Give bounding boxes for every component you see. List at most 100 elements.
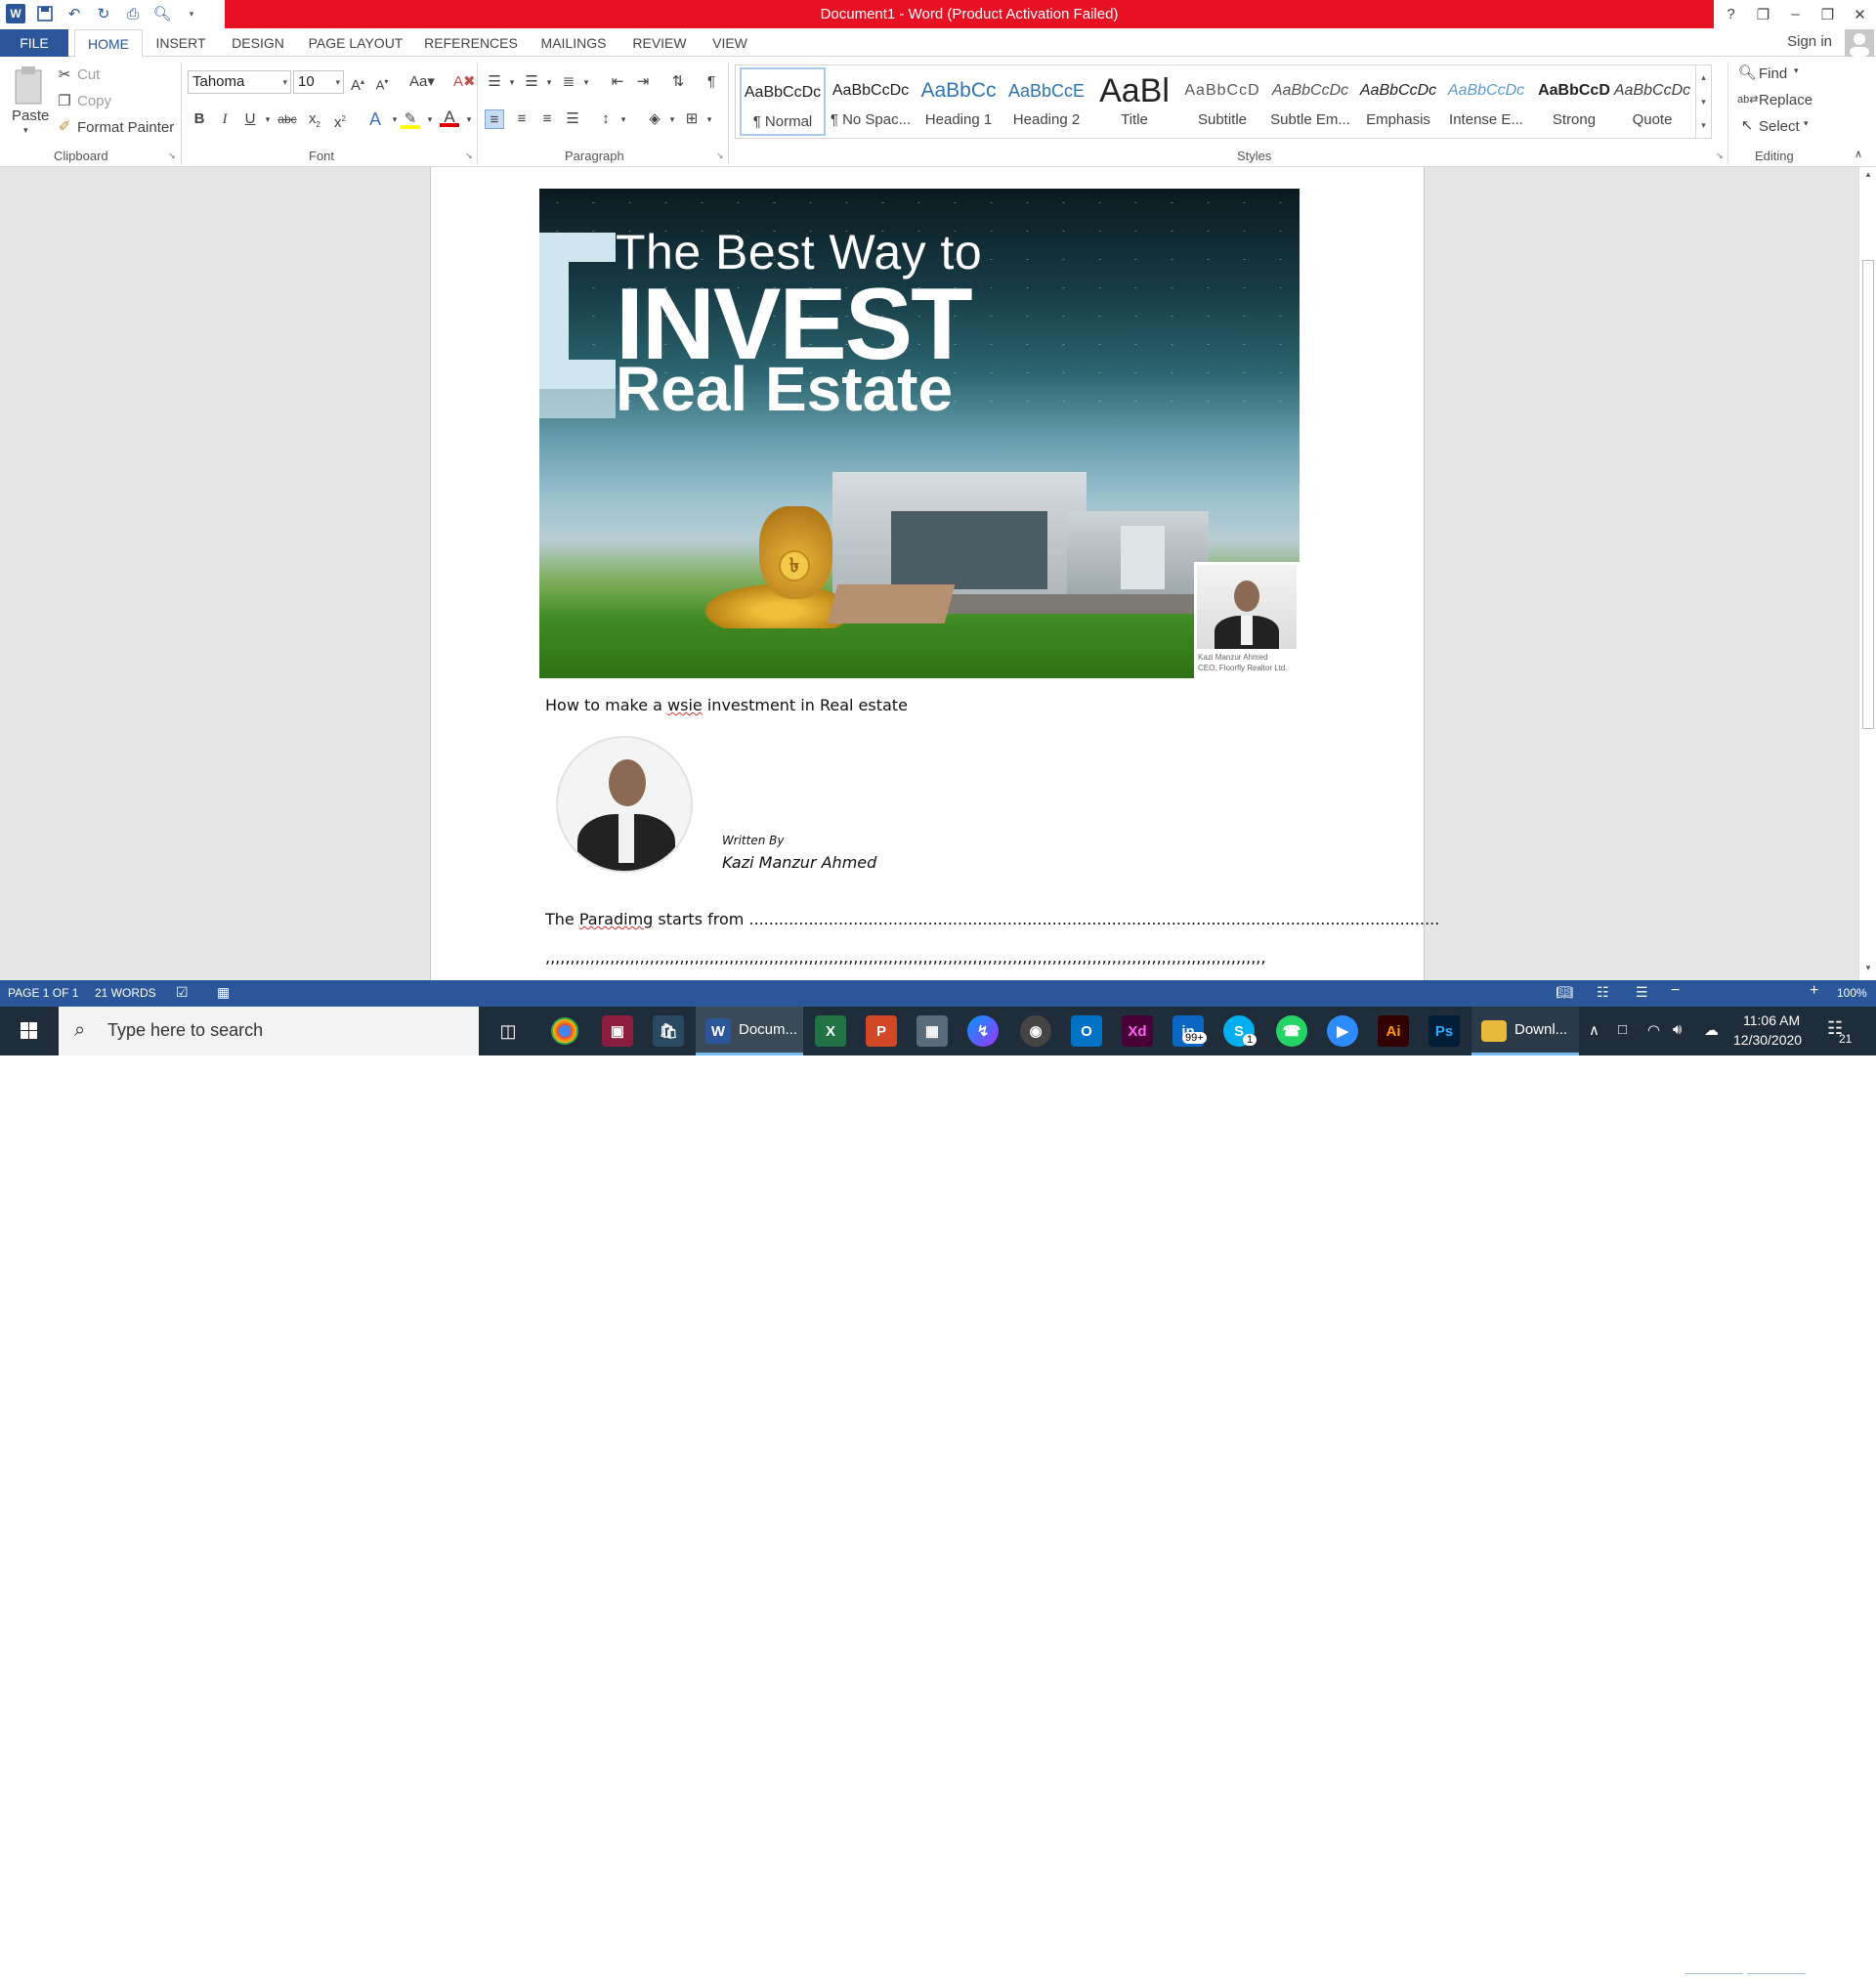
increase-indent-icon[interactable]: ⇥ (633, 72, 653, 92)
device-icon[interactable]: □ (1618, 1021, 1627, 1038)
undo-icon[interactable]: ↶ (64, 4, 84, 23)
cut-button[interactable]: Cut (77, 66, 100, 83)
numbering-icon[interactable]: ☰ (522, 72, 541, 92)
strikethrough-icon[interactable]: abc (277, 109, 297, 129)
select-button[interactable]: Select (1759, 118, 1800, 135)
taskbar-search[interactable]: ⌕ Type here to search (59, 1007, 479, 1055)
align-center-icon[interactable]: ≡ (512, 109, 532, 129)
styles-launcher-icon[interactable]: ↘ (1716, 151, 1724, 161)
adobe-xd-icon[interactable]: Xd (1122, 1015, 1153, 1047)
word-count[interactable]: 21 WORDS (95, 986, 156, 1000)
font-size-field[interactable]: 10 ▾ (293, 70, 344, 94)
change-case-icon[interactable]: Aa▾ (406, 72, 438, 92)
paradigm-paragraph[interactable]: The Paradimg starts from ...............… (545, 910, 1439, 928)
zoom-app-icon[interactable]: ▶ (1327, 1015, 1358, 1047)
web-layout-icon[interactable]: ☰ (1636, 984, 1648, 1001)
macro-recording-icon[interactable]: ▦ (217, 984, 230, 1001)
paste-button[interactable]: Paste (12, 108, 49, 124)
onedrive-icon[interactable]: ☁ (1704, 1021, 1719, 1039)
tab-review[interactable]: REVIEW (627, 29, 692, 57)
style-intense-emphasis[interactable]: AaBbCcDc Intense E... (1443, 67, 1529, 136)
illustrator-icon[interactable]: Ai (1378, 1015, 1409, 1047)
excel-icon[interactable]: X (815, 1015, 846, 1047)
borders-icon[interactable]: ⊞ (682, 109, 702, 129)
scroll-up-icon[interactable]: ▴ (1696, 65, 1711, 90)
style-strong[interactable]: AaBbCcD Strong (1531, 67, 1617, 136)
line-spacing-dropdown-icon[interactable]: ▾ (614, 109, 633, 129)
grow-font-icon[interactable]: A▴ (348, 72, 367, 94)
justify-icon[interactable]: ☰ (563, 109, 582, 129)
word-app-icon[interactable]: W (6, 4, 25, 23)
winrar-icon[interactable]: ▣ (602, 1015, 633, 1047)
style-no-spacing[interactable]: AaBbCcDc ¶ No Spac... (828, 67, 914, 136)
restore-button[interactable]: ❒ (1812, 0, 1844, 28)
sort-icon[interactable]: ⇅ (668, 72, 688, 92)
customize-qat-icon[interactable]: ▾ (182, 4, 201, 23)
chrome-icon[interactable] (551, 1017, 578, 1045)
clock-time[interactable]: 11:06 AM (1743, 1012, 1800, 1028)
borders-dropdown-icon[interactable]: ▾ (700, 109, 719, 129)
multilevel-list-icon[interactable]: ≣ (559, 72, 578, 92)
collapse-ribbon-icon[interactable]: ∧ (1855, 148, 1862, 160)
bullets-icon[interactable]: ☰ (485, 72, 504, 92)
text-effects-icon[interactable]: A (365, 109, 385, 129)
find-dropdown-icon[interactable]: ▾ (1794, 65, 1799, 76)
print-layout-icon[interactable]: ☷ (1597, 984, 1609, 1001)
tab-page-layout[interactable]: PAGE LAYOUT (305, 29, 406, 57)
scroll-thumb[interactable] (1862, 260, 1874, 729)
tab-home[interactable]: HOME (74, 29, 143, 58)
close-button[interactable]: ✕ (1844, 0, 1876, 28)
select-dropdown-icon[interactable]: ▾ (1804, 118, 1809, 129)
paste-dropdown-icon[interactable]: ▾ (23, 125, 28, 136)
numbering-dropdown-icon[interactable]: ▾ (539, 72, 559, 92)
sign-in-link[interactable]: Sign in (1787, 33, 1832, 50)
redo-icon[interactable]: ↻ (94, 4, 113, 23)
font-launcher-icon[interactable]: ↘ (465, 151, 473, 161)
zoom-level[interactable]: 100% (1837, 986, 1867, 1000)
print-icon[interactable]: ⎙ (123, 4, 143, 23)
style-title[interactable]: AaBl Title (1091, 67, 1177, 136)
zoom-in-icon[interactable]: + (1810, 982, 1818, 1000)
save-icon[interactable] (35, 4, 55, 23)
whatsapp-icon[interactable]: ☎ (1276, 1015, 1307, 1047)
author-photo[interactable] (556, 736, 693, 873)
clipboard-launcher-icon[interactable]: ↘ (168, 151, 176, 161)
style-subtitle[interactable]: AaBbCcD Subtitle (1179, 67, 1265, 136)
line-spacing-icon[interactable]: ↕ (596, 109, 616, 129)
shading-icon[interactable]: ◈ (645, 109, 664, 129)
superscript-icon[interactable]: x2 (330, 109, 350, 131)
more-styles-icon[interactable]: ▾ (1696, 113, 1711, 137)
replace-button[interactable]: Replace (1759, 92, 1812, 108)
font-name-field[interactable]: Tahoma ▾ (188, 70, 291, 94)
document-heading[interactable]: How to make a wsie investment in Real es… (545, 696, 908, 714)
tab-references[interactable]: REFERENCES (422, 29, 520, 57)
style-heading-2[interactable]: AaBbCcE Heading 2 (1003, 67, 1089, 136)
spelling-error[interactable]: wsie (667, 696, 703, 714)
subscript-icon[interactable]: x2 (305, 109, 324, 129)
help-button[interactable]: ? (1715, 0, 1747, 28)
style-quote[interactable]: AaBbCcDc Quote (1609, 67, 1695, 136)
media-player-icon[interactable]: ◉ (1020, 1015, 1051, 1047)
clear-formatting-icon[interactable]: A✖ (453, 72, 476, 92)
underline-icon[interactable]: U (240, 109, 260, 129)
tab-design[interactable]: DESIGN (227, 29, 289, 57)
tab-mailings[interactable]: MAILINGS (535, 29, 612, 57)
italic-icon[interactable]: I (215, 109, 234, 129)
zoom-slider-thumb[interactable] (1743, 1967, 1747, 1980)
store-icon[interactable]: 🛍︎ (653, 1015, 684, 1047)
banner-image[interactable]: The Best Way to INVEST Real Estate ৳ Kaz… (539, 189, 1300, 678)
shrink-font-icon[interactable]: A▾ (372, 72, 392, 92)
bullets-dropdown-icon[interactable]: ▾ (502, 72, 522, 92)
print-preview-icon[interactable]: 🔍︎ (152, 4, 172, 23)
tab-insert[interactable]: INSERT (150, 29, 211, 57)
scroll-down-arrow-icon[interactable]: ▾ (1859, 963, 1876, 978)
scroll-down-icon[interactable]: ▾ (1696, 90, 1711, 113)
highlight-dropdown-icon[interactable]: ▾ (420, 109, 440, 129)
find-button[interactable]: Find (1759, 65, 1787, 82)
proofing-icon[interactable]: ☑ (176, 984, 189, 1001)
multilevel-dropdown-icon[interactable]: ▾ (576, 72, 596, 92)
user-avatar-icon[interactable] (1845, 29, 1874, 57)
style-emphasis[interactable]: AaBbCcDc Emphasis (1355, 67, 1441, 136)
tab-view[interactable]: VIEW (705, 29, 754, 57)
paragraph-launcher-icon[interactable]: ↘ (716, 151, 724, 161)
